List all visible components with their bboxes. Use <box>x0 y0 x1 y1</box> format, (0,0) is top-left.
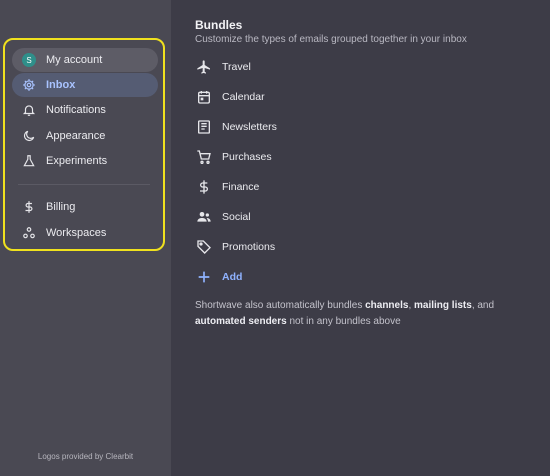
people-icon <box>195 208 213 226</box>
note-bold-mailing-lists: mailing lists <box>414 300 472 311</box>
sidebar-item-inbox[interactable]: Inbox <box>12 73 158 97</box>
dollar-icon <box>195 178 213 196</box>
avatar: S <box>22 53 36 67</box>
sidebar-item-label: Billing <box>46 201 76 213</box>
bundle-label: Finance <box>222 181 260 193</box>
bundles-note: Shortwave also automatically bundles cha… <box>195 298 525 330</box>
bundle-label: Travel <box>222 61 251 73</box>
bundle-travel[interactable]: Travel <box>195 57 395 77</box>
cart-icon <box>195 148 213 166</box>
sidebar-item-label: Workspaces <box>46 227 107 239</box>
sidebar-item-billing[interactable]: Billing <box>12 195 158 219</box>
calendar-icon <box>195 88 213 106</box>
bundle-purchases[interactable]: Purchases <box>195 147 395 167</box>
sidebar-item-label: Experiments <box>46 155 108 167</box>
airplane-icon <box>195 58 213 76</box>
sidebar-item-my-account[interactable]: S My account <box>12 48 158 72</box>
bell-icon <box>21 102 37 118</box>
gear-icon <box>21 77 37 93</box>
sidebar-item-label: Notifications <box>46 104 106 116</box>
note-bold-channels: channels <box>365 300 409 311</box>
bundle-newsletters[interactable]: Newsletters <box>195 117 395 137</box>
note-text: , and <box>471 300 495 311</box>
plus-icon <box>195 268 213 286</box>
bundle-finance[interactable]: Finance <box>195 177 395 197</box>
bundle-social[interactable]: Social <box>195 207 395 227</box>
workspaces-icon <box>21 225 37 241</box>
sidebar-item-appearance[interactable]: Appearance <box>12 124 158 148</box>
dollar-icon <box>21 199 37 215</box>
sidebar-item-experiments[interactable]: Experiments <box>12 149 158 173</box>
newsletter-icon <box>195 118 213 136</box>
page-subtitle: Customize the types of emails grouped to… <box>195 34 467 45</box>
bundle-label: Purchases <box>222 151 272 163</box>
note-bold-automated-senders: automated senders <box>195 316 287 327</box>
bundle-label: Promotions <box>222 241 276 253</box>
bundle-calendar[interactable]: Calendar <box>195 87 395 107</box>
note-text: not in any bundles above <box>286 316 401 327</box>
add-bundle-button[interactable]: Add <box>195 267 395 287</box>
sidebar-item-label: Appearance <box>46 130 106 142</box>
moon-icon <box>21 128 37 144</box>
settings-sidebar: S My account Inbox Notifications Appeara… <box>0 0 171 476</box>
avatar-wrapper: S <box>21 52 37 68</box>
page-title: Bundles <box>195 18 243 32</box>
clearbit-attribution: Logos provided by Clearbit <box>37 452 134 461</box>
bundle-label: Newsletters <box>222 121 277 133</box>
bundle-label: Social <box>222 211 251 223</box>
bundle-promotions[interactable]: Promotions <box>195 237 395 257</box>
sidebar-item-label: Inbox <box>46 79 76 91</box>
note-text: Shortwave also automatically bundles <box>195 300 366 311</box>
sidebar-item-label: My account <box>46 54 103 66</box>
bundle-label: Calendar <box>222 91 265 103</box>
tag-icon <box>195 238 213 256</box>
flask-icon <box>21 153 37 169</box>
add-label: Add <box>222 271 243 283</box>
sidebar-item-notifications[interactable]: Notifications <box>12 98 158 122</box>
sidebar-divider <box>18 184 150 185</box>
sidebar-item-workspaces[interactable]: Workspaces <box>12 221 158 245</box>
